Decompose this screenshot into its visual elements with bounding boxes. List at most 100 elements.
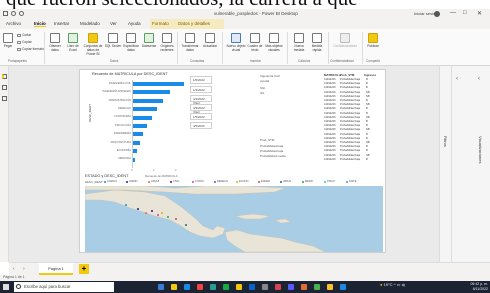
slicer-item[interactable]: 4/4/2022 (Vac) [190, 95, 212, 105]
taskbar-app-icon[interactable] [236, 284, 242, 290]
taskbar-app-icon[interactable] [197, 284, 203, 290]
taskbar-app-icon[interactable] [158, 284, 164, 290]
taskbar-app-icon[interactable] [184, 284, 190, 290]
paste-button[interactable]: Pegar [2, 33, 14, 49]
legend-item[interactable]: AGRICU [107, 180, 117, 183]
format-painter-button[interactable]: Copiar formato [17, 47, 44, 51]
taskbar-app-icon[interactable] [249, 284, 255, 290]
taskbar-app-icon[interactable] [171, 284, 177, 290]
map-point[interactable] [137, 208, 139, 210]
data-view-icon[interactable] [2, 85, 7, 90]
bar[interactable] [133, 82, 184, 86]
taskbar-app-icon[interactable] [327, 284, 333, 290]
dataverse-button[interactable]: Dataverse [140, 33, 158, 49]
tab-formato[interactable]: Formato [152, 21, 169, 26]
taskbar-app-icon[interactable] [210, 284, 216, 290]
copy-button[interactable]: Copiar [17, 40, 32, 44]
filters-pane-label[interactable]: Filtros [443, 136, 448, 147]
bar[interactable] [133, 90, 171, 95]
report-view-icon[interactable] [2, 74, 7, 79]
map-point[interactable] [145, 212, 147, 214]
legend-item[interactable]: CIVIL [173, 180, 180, 183]
windows-start-icon[interactable] [3, 284, 9, 290]
undo-icon[interactable] [11, 11, 16, 16]
slicer-item[interactable]: 4/9/2022 (Vac) [190, 104, 212, 114]
map-visual[interactable] [85, 186, 383, 252]
next-page-icon[interactable]: › [23, 266, 25, 272]
maximize-button[interactable]: □ [463, 10, 467, 16]
map-point[interactable] [167, 216, 169, 218]
tab-archivo[interactable]: Archivo [6, 21, 21, 26]
legend-item[interactable]: PSICO [327, 180, 335, 183]
publish-button[interactable]: Publicar [364, 33, 382, 49]
filters-pane[interactable]: Filtros [439, 66, 451, 262]
tab-modelado[interactable]: Modelado [80, 21, 100, 26]
bar[interactable] [133, 115, 152, 120]
excel-button[interactable]: Libro de Excel [64, 33, 82, 53]
taskbar-app-icon[interactable] [340, 284, 346, 290]
legend-item[interactable]: ADMIN [129, 180, 137, 183]
taskbar-app-icon[interactable] [275, 284, 281, 290]
sensitivity-button[interactable]: Confidencialidad [330, 33, 360, 49]
slicer-item[interactable]: 1/4/2022 [190, 86, 212, 93]
taskbar-app-icon[interactable] [301, 284, 307, 290]
data-table[interactable]: MATRICULA Prob_STM Ingresos 41492226 Prob… [324, 73, 382, 163]
chevron-left-icon[interactable]: ‹ [456, 76, 458, 82]
table-header[interactable]: MATRICULA [324, 73, 341, 77]
slicer-item[interactable]: 1/6/2022 [190, 76, 212, 84]
map-point[interactable] [151, 210, 153, 212]
map-point[interactable] [125, 204, 127, 206]
more-visuals-button[interactable]: Más objetos visuales [264, 33, 284, 53]
page-tab[interactable]: Página 1 [39, 263, 73, 275]
legend-item[interactable]: SISTE [349, 180, 357, 183]
bar[interactable] [133, 157, 136, 162]
legend-item[interactable]: INDUS [283, 180, 291, 183]
legend-item[interactable]: ECONO [239, 180, 249, 183]
cut-button[interactable]: Cortar [17, 33, 31, 37]
redo-icon[interactable] [19, 11, 24, 16]
enter-data-button[interactable]: Especificar datos [122, 33, 140, 53]
tab-ayuda[interactable]: Ayuda [128, 21, 141, 26]
sql-server-button[interactable]: SQL Server [104, 33, 122, 49]
pbi-datasets-button[interactable]: Conjuntos de datos de Power BI [82, 33, 104, 56]
taskbar-app-icon[interactable] [262, 284, 268, 290]
slicer-item[interactable]: 4/5/2022 [190, 122, 212, 129]
taskbar-app-icon[interactable] [288, 284, 294, 290]
refresh-button[interactable]: Actualizar [200, 33, 220, 49]
bar[interactable] [133, 132, 143, 137]
map-point[interactable] [157, 214, 159, 216]
taskbar-search[interactable]: Escribe aquí para buscar [14, 282, 114, 292]
model-view-icon[interactable] [2, 96, 7, 101]
prev-page-icon[interactable]: ‹ [13, 266, 15, 272]
chevron-left-icon[interactable]: ‹ [478, 76, 480, 82]
bar[interactable] [133, 107, 158, 112]
bar[interactable] [133, 140, 140, 145]
clock[interactable]: 09:42 p. m. 6/11/2022 [460, 282, 488, 291]
new-visual-button[interactable]: Nuevo objeto visual [226, 33, 246, 53]
visualizations-pane[interactable]: Visualizaciones ‹ ‹ [451, 66, 490, 262]
tab-datos-detalles[interactable]: Datos y detalles [178, 21, 210, 26]
taskbar-app-icon[interactable] [314, 284, 320, 290]
minimize-button[interactable]: — [450, 10, 456, 16]
transform-data-button[interactable]: Transformar datos [180, 33, 200, 53]
tab-insertar[interactable]: Insertar [54, 21, 69, 26]
add-page-button[interactable]: + [79, 264, 89, 274]
table-header[interactable]: Prob_STM [340, 73, 354, 77]
map-point[interactable] [185, 224, 187, 226]
system-tray[interactable]: ● 19°C ^ ▭ ◂) [380, 282, 405, 287]
table-header[interactable]: Ingresos [364, 73, 376, 77]
visualizations-pane-label[interactable]: Visualizaciones [478, 136, 483, 164]
save-icon[interactable] [3, 11, 8, 16]
text-box-button[interactable]: Cuadro de texto [246, 33, 264, 53]
legend-item[interactable]: ENFER [261, 180, 270, 183]
recent-sources-button[interactable]: Orígenes recientes [158, 33, 176, 53]
tab-ver[interactable]: Ver [110, 21, 117, 26]
legend-item[interactable]: DERECH [217, 180, 228, 183]
bar[interactable] [133, 124, 148, 128]
slicer-item[interactable]: 1/5/2022 [190, 113, 212, 120]
map-point[interactable] [175, 218, 177, 220]
bar[interactable] [133, 98, 163, 103]
taskbar-app-icon[interactable] [223, 284, 229, 290]
bar[interactable] [133, 149, 138, 154]
new-measure-button[interactable]: Nueva medida [290, 33, 308, 53]
